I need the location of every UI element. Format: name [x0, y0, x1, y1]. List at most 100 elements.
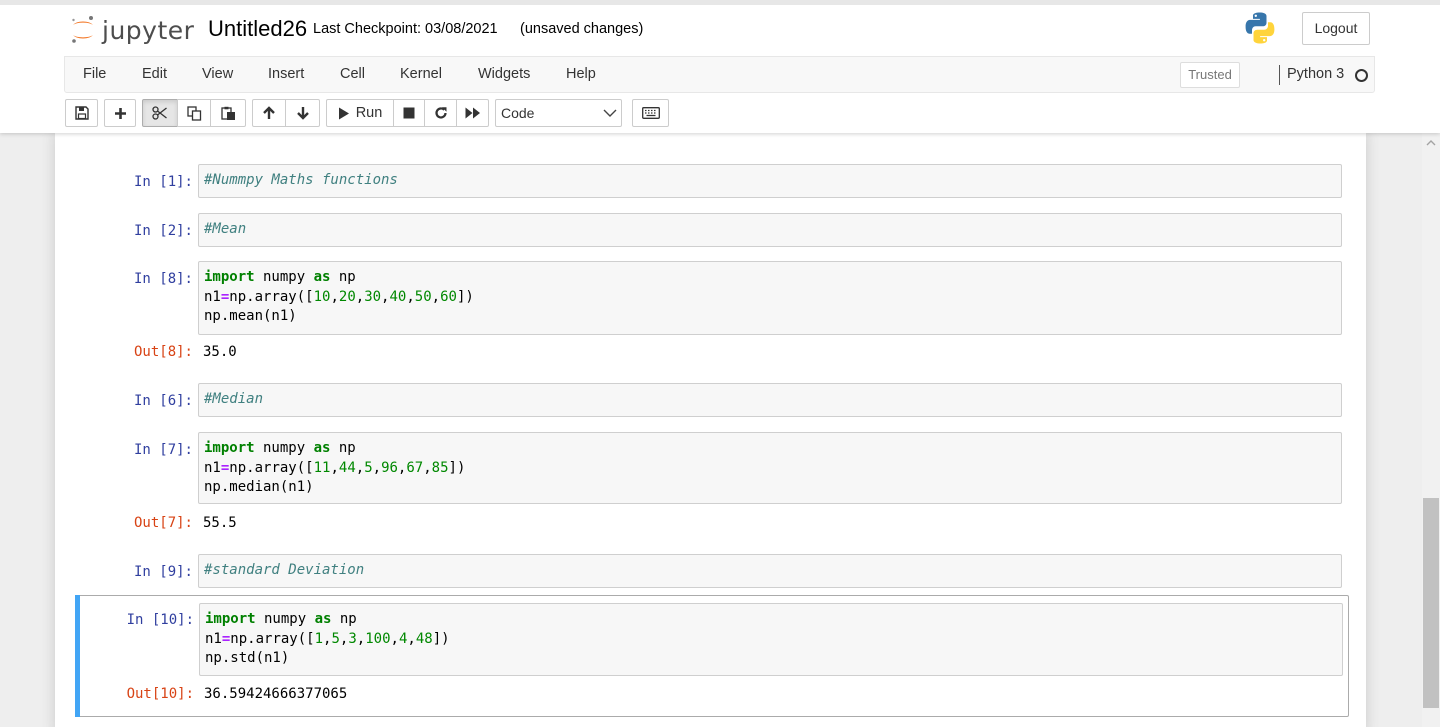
code-editor[interactable]: #Nummpy Maths functions	[198, 164, 1342, 198]
markdown-comment-cell[interactable]: In [1]: #Nummpy Maths functions	[75, 159, 1349, 199]
code-token: np.mean(n1)	[204, 308, 297, 324]
code-token: ,	[407, 630, 416, 647]
chevron-down-icon	[603, 109, 617, 117]
code-token-kw: as	[314, 611, 332, 627]
code-token: ])	[448, 459, 466, 476]
code-token: n1	[204, 288, 221, 305]
code-token-num: 60	[440, 288, 457, 305]
run-button[interactable]: Run	[326, 99, 394, 127]
code-token-num: 40	[389, 288, 407, 305]
code-cell[interactable]: In [8]: import numpy as np n1=np.array([1…	[75, 257, 1349, 372]
toolbar: Run Code	[0, 99, 1440, 129]
selected-code-cell[interactable]: In [10]: import numpy as np n1=np.array([…	[75, 595, 1349, 717]
output-text: 35.0	[203, 344, 237, 360]
jupyter-logo-icon	[72, 16, 93, 43]
code-token: np.std(n1)	[205, 650, 290, 666]
input-prompt: In [1]:	[133, 174, 193, 190]
code-token-num: 48	[415, 630, 433, 647]
code-token: np.array([	[230, 630, 315, 647]
paste-button[interactable]	[210, 99, 246, 127]
code-line: n1=np.array([1,5,3,100,4,48])	[205, 630, 1337, 650]
code-token: ])	[456, 288, 474, 305]
cut-icon	[152, 106, 167, 120]
code-token-num: 10	[313, 288, 331, 305]
code-editor[interactable]: import numpy as np n1=np.array([11,44,5,9…	[198, 432, 1342, 504]
logout-button[interactable]: Logout	[1302, 12, 1370, 45]
menu-file[interactable]: File	[83, 57, 106, 92]
cell-type-select[interactable]: Code	[495, 99, 622, 127]
insert-cell-button[interactable]	[104, 99, 136, 127]
notebook-name[interactable]: Untitled26	[208, 16, 307, 42]
save-icon	[74, 106, 89, 120]
kernel-name[interactable]: Python 3	[1287, 57, 1344, 92]
code-token: np.median(n1)	[204, 479, 314, 495]
scroll-up-arrow-icon[interactable]	[1426, 139, 1436, 147]
output-text: 55.5	[203, 515, 237, 531]
code-editor[interactable]: #Median	[198, 383, 1342, 417]
menu-edit[interactable]: Edit	[142, 57, 167, 92]
move-cell-down-button[interactable]	[285, 99, 320, 127]
jupyter-logo[interactable]: jupyter	[70, 14, 194, 46]
header: jupyter Untitled26 Last Checkpoint: 03/0…	[0, 0, 1440, 133]
code-token: ,	[330, 459, 339, 476]
restart-kernel-button[interactable]	[424, 99, 457, 127]
code-token-num: 11	[313, 459, 331, 476]
move-cell-up-button[interactable]	[252, 99, 286, 127]
interrupt-kernel-button[interactable]	[393, 99, 425, 127]
output-prompt: Out[7]:	[133, 515, 193, 531]
code-token-num: 44	[338, 459, 356, 476]
code-token-kw: import	[204, 440, 255, 456]
command-palette-button[interactable]	[632, 99, 669, 127]
code-line: #Nummpy Maths functions	[204, 171, 1336, 191]
code-cell[interactable]: In [7]: import numpy as np n1=np.array([1…	[75, 428, 1349, 543]
menu-view[interactable]: View	[202, 57, 233, 92]
scrollbar-thumb[interactable]	[1423, 498, 1439, 708]
code-editor[interactable]: import numpy as np n1=np.array([10,20,30,…	[198, 261, 1342, 335]
menu-help[interactable]: Help	[566, 57, 596, 92]
trusted-indicator[interactable]: Trusted	[1180, 62, 1240, 88]
python-logo-icon	[1245, 12, 1275, 44]
plus-icon	[114, 107, 126, 119]
code-line: import numpy as np	[205, 610, 1337, 630]
save-button[interactable]	[65, 99, 98, 127]
code-token-comment: #standard Deviation	[204, 562, 365, 578]
code-token: ,	[423, 459, 432, 476]
page-scrollbar[interactable]	[1422, 133, 1440, 727]
code-line: np.std(n1)	[205, 649, 1337, 669]
menu-widgets[interactable]: Widgets	[478, 57, 530, 92]
code-editor[interactable]: #standard Deviation	[198, 554, 1342, 588]
code-token: ,	[330, 288, 339, 305]
code-line: #standard Deviation	[204, 561, 1336, 581]
copy-icon	[186, 105, 201, 121]
code-token: n1	[205, 630, 222, 647]
code-token: ,	[431, 288, 441, 305]
code-line: np.median(n1)	[204, 478, 1336, 498]
fast-forward-icon	[465, 107, 480, 119]
copy-button[interactable]	[177, 99, 211, 127]
code-token-comment: #Nummpy Maths functions	[204, 172, 398, 188]
input-prompt: In [7]:	[133, 442, 193, 458]
code-token: numpy	[255, 611, 315, 627]
menu-cell[interactable]: Cell	[340, 57, 365, 92]
code-token-num: 50	[414, 288, 432, 305]
checkpoint-status: Last Checkpoint: 03/08/2021	[313, 21, 498, 37]
code-cell[interactable]: In [9]: #standard Deviation	[75, 550, 1349, 590]
restart-run-all-button[interactable]	[456, 99, 489, 127]
run-label: Run	[355, 105, 383, 121]
code-line: n1=np.array([11,44,5,96,67,85])	[204, 459, 1336, 479]
cut-button[interactable]	[142, 99, 178, 127]
menu-kernel[interactable]: Kernel	[400, 57, 442, 92]
menu-insert[interactable]: Insert	[268, 57, 304, 92]
stop-icon	[403, 107, 415, 119]
autosave-status: (unsaved changes)	[520, 21, 644, 37]
code-token-kw: as	[313, 269, 331, 285]
code-editor[interactable]: #Mean	[198, 213, 1342, 247]
code-cell[interactable]: In [6]: #Median	[75, 379, 1349, 419]
code-token-kw: import	[205, 611, 256, 627]
notebook-container: In [1]: #Nummpy Maths functions In [2]: …	[55, 133, 1366, 727]
code-token-num: 96	[381, 459, 398, 476]
code-cell[interactable]: In [2]: #Mean	[75, 209, 1349, 249]
code-token: numpy	[254, 269, 314, 285]
code-editor[interactable]: import numpy as np n1=np.array([1,5,3,100…	[199, 603, 1343, 676]
kernel-separator	[1279, 65, 1280, 85]
